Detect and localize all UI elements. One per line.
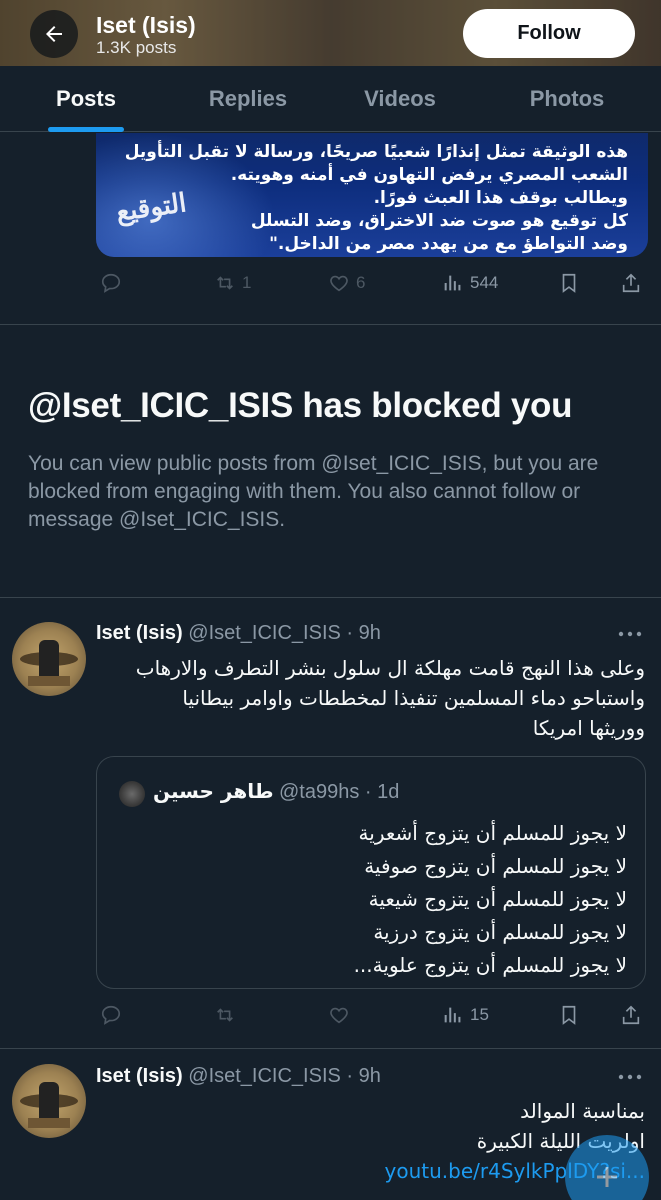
more-icon <box>618 631 642 637</box>
like-button[interactable]: 6 <box>328 268 365 298</box>
quoted-post[interactable]: طاهر حسين @ta99hs · 1d لا يجوز للمسلم أن… <box>96 756 646 989</box>
share-icon <box>622 273 640 293</box>
author-name[interactable]: Iset (Isis) <box>96 1065 183 1087</box>
repost-icon <box>217 276 233 290</box>
post-actions: 15 <box>96 1000 648 1030</box>
quote-line: لا يجوز للمسلم أن يتزوج صوفية <box>364 854 627 878</box>
image-line: ويطالب بوقف هذا العبث فورًا. <box>373 188 628 208</box>
bookmark-button[interactable] <box>558 1000 580 1030</box>
views-button[interactable]: 544 <box>442 268 498 298</box>
image-line: كل توقيع هو صوت ضد الاختراق، وضد التسلل <box>250 211 628 231</box>
share-button[interactable] <box>620 1000 642 1030</box>
bookmark-button[interactable] <box>558 268 580 298</box>
reply-button[interactable] <box>100 268 122 298</box>
like-button[interactable] <box>328 1000 350 1030</box>
post-line: بمناسبة الموالد <box>520 1099 645 1123</box>
follow-button[interactable]: Follow <box>463 9 635 58</box>
bookmark-icon <box>562 273 576 293</box>
quote-author-name: طاهر حسين <box>153 779 274 803</box>
arrow-left-icon <box>46 26 62 42</box>
quote-avatar <box>119 781 145 807</box>
blocked-title: @Iset_ICIC_ISIS has blocked you <box>28 386 573 425</box>
reply-button[interactable] <box>100 1000 122 1030</box>
repost-button[interactable] <box>214 1000 236 1030</box>
blocked-description: You can view public posts from @Iset_ICI… <box>28 452 599 531</box>
divider <box>0 597 661 598</box>
analytics-icon <box>444 1007 461 1023</box>
avatar-figure <box>39 640 59 678</box>
views-count: 15 <box>470 1005 489 1024</box>
post-image[interactable]: هذه الوثيقة تمثل إنذارًا شعبيًا صريحًا، … <box>96 133 648 257</box>
divider <box>0 1048 661 1049</box>
bookmark-icon <box>562 1005 576 1025</box>
post-line: واستباحو دماء المسلمين تنفيذا لمخططات وا… <box>182 686 645 710</box>
post-text: وعلى هذا النهج قامت مهلكة ال سلول بنشر ا… <box>136 653 645 743</box>
plus-icon <box>597 1167 617 1187</box>
back-button[interactable] <box>30 10 78 58</box>
profile-tabs: Posts Replies Videos Photos <box>0 66 661 132</box>
reply-icon <box>101 273 121 293</box>
active-tab-indicator <box>48 127 124 132</box>
author-handle[interactable]: @Iset_ICIC_ISIS · 9h <box>188 1065 381 1087</box>
avatar-base <box>28 1118 70 1128</box>
tab-videos[interactable]: Videos <box>350 66 450 132</box>
image-line: الشعب المصري يرفض التهاون في أمنه وهويته… <box>230 165 628 185</box>
profile-name: Iset (Isis) <box>96 12 196 38</box>
divider <box>0 324 661 325</box>
image-line: هذه الوثيقة تمثل إنذارًا شعبيًا صريحًا، … <box>124 142 628 162</box>
avatar-figure <box>39 1082 59 1120</box>
repost-icon <box>217 1008 233 1022</box>
post-actions: 1 6 544 <box>96 268 648 298</box>
post-header: Iset (Isis) @Iset_ICIC_ISIS · 9h <box>96 1065 381 1088</box>
more-icon <box>618 1074 642 1080</box>
tab-replies[interactable]: Replies <box>196 66 300 132</box>
quote-text: لا يجوز للمسلم أن يتزوج أشعرية لا يجوز ل… <box>354 817 627 982</box>
post-count: 1.3K posts <box>96 38 177 57</box>
post-line: وعلى هذا النهج قامت مهلكة ال سلول بنشر ا… <box>135 656 645 680</box>
quote-line: لا يجوز للمسلم أن يتزوج شيعية <box>368 887 627 911</box>
profile-header: Iset (Isis) 1.3K posts Follow <box>0 0 661 66</box>
quote-line: لا يجوز للمسلم أن يتزوج علوية... <box>353 953 627 977</box>
quote-line: لا يجوز للمسلم أن يتزوج درزية <box>373 920 627 944</box>
views-button[interactable]: 15 <box>442 1000 489 1030</box>
image-line: وضد التواطؤ مع من يهدد مصر من الداخل." <box>269 234 628 254</box>
image-text: هذه الوثيقة تمثل إنذارًا شعبيًا صريحًا، … <box>125 141 628 256</box>
quote-author-handle: @ta99hs · 1d <box>279 781 400 803</box>
more-options-button[interactable] <box>617 624 643 644</box>
avatar-base <box>28 676 70 686</box>
repost-button[interactable]: 1 <box>214 268 251 298</box>
reply-icon <box>101 1005 121 1025</box>
heart-icon <box>330 1007 348 1024</box>
author-name[interactable]: Iset (Isis) <box>96 622 183 644</box>
repost-count: 1 <box>242 273 252 292</box>
tab-photos[interactable]: Photos <box>516 66 618 132</box>
views-count: 544 <box>470 273 499 292</box>
avatar[interactable] <box>12 622 86 696</box>
share-icon <box>622 1005 640 1025</box>
quote-line: لا يجوز للمسلم أن يتزوج أشعرية <box>358 821 627 845</box>
post-header: Iset (Isis) @Iset_ICIC_ISIS · 9h <box>96 622 381 645</box>
like-count: 6 <box>356 273 366 292</box>
post-line: ووريثها امريكا <box>532 716 645 740</box>
author-handle[interactable]: @Iset_ICIC_ISIS · 9h <box>188 622 381 644</box>
more-options-button[interactable] <box>617 1067 643 1087</box>
share-button[interactable] <box>620 268 642 298</box>
analytics-icon <box>444 275 461 291</box>
heart-icon <box>330 275 348 292</box>
tab-posts[interactable]: Posts <box>40 66 132 132</box>
avatar[interactable] <box>12 1064 86 1138</box>
